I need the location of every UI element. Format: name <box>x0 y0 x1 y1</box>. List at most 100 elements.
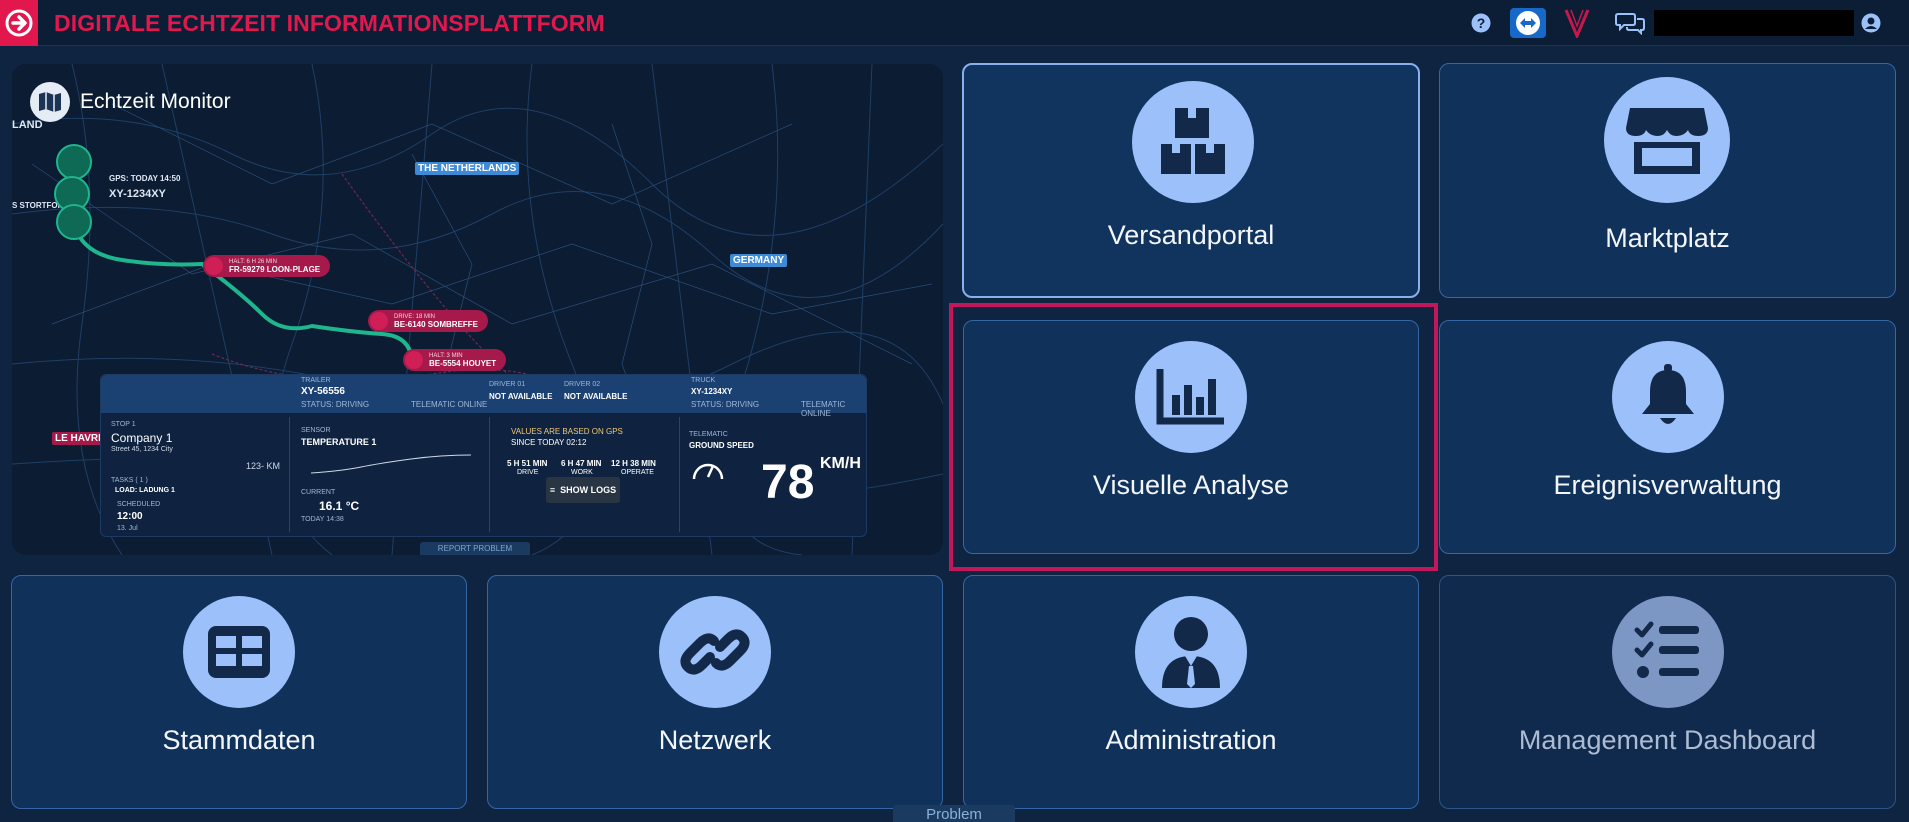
driver1-label: DRIVER 01 <box>489 381 526 388</box>
truck-label: TRUCK <box>691 377 716 384</box>
trailer-value: XY-56556 <box>301 386 345 397</box>
driver2-value: NOT AVAILABLE <box>564 392 628 401</box>
help-icon[interactable]: ? <box>1470 8 1492 38</box>
drive-label: DRIVE <box>517 469 539 476</box>
show-logs-button[interactable]: ≡ SHOW LOGS <box>546 477 620 503</box>
list-icon: ≡ <box>549 485 556 495</box>
chat-icon[interactable] <box>1614 8 1646 38</box>
map-label-netherlands: THE NETHERLANDS <box>415 162 520 175</box>
drive-time: 5 H 51 MIN <box>507 459 548 468</box>
drive-icon <box>370 312 388 330</box>
map-pin-sombreffe[interactable]: DRIVE: 18 MIN BE-6140 SOMBREFFE <box>368 310 489 332</box>
v-logo-icon[interactable] <box>1562 8 1592 38</box>
driver1-value: NOT AVAILABLE <box>489 392 553 401</box>
app-logo[interactable] <box>0 0 38 46</box>
gps-note: VALUES ARE BASED ON GPS <box>511 427 623 436</box>
scheduled-date: 13. Jul <box>117 525 138 532</box>
stop-distance: 123- KM <box>246 461 281 471</box>
halt-icon <box>205 257 223 275</box>
tile-label: Stammdaten <box>162 725 316 755</box>
trailer-label: TRAILER <box>301 377 331 384</box>
current-time: TODAY 14:38 <box>301 516 344 523</box>
truck-telematic: TELEMATIC ONLINE <box>801 400 846 418</box>
scheduled-time: 12:00 <box>117 511 143 522</box>
top-bar: DIGITALE ECHTZEIT INFORMATIONSPLATTFORM … <box>0 0 1909 46</box>
map-header: Echtzeit Monitor <box>30 82 231 122</box>
trailer-marker-icon[interactable] <box>56 204 92 240</box>
vehicle-info-header: TRAILER XY-56556 STATUS: DRIVING TELEMAT… <box>101 375 866 418</box>
map-title: Echtzeit Monitor <box>80 90 231 113</box>
tile-label: Netzwerk <box>658 725 772 755</box>
tile-label: Versandportal <box>1107 220 1275 250</box>
bell-icon <box>1612 341 1724 453</box>
pin-location: BE-5554 HOUYET <box>429 359 497 368</box>
current-label: CURRENT <box>301 489 336 496</box>
speedometer-icon <box>692 463 724 480</box>
pin-location: BE-6140 SOMBREFFE <box>394 320 479 329</box>
selection-highlight <box>949 303 1438 571</box>
map-icon <box>30 82 70 122</box>
show-logs-label: SHOW LOGS <box>560 485 617 495</box>
divider <box>679 417 680 532</box>
checklist-icon <box>1612 596 1724 708</box>
teamviewer-icon[interactable] <box>1510 8 1546 38</box>
divider <box>289 417 290 532</box>
tile-marktplatz[interactable]: Marktplatz <box>1439 63 1896 298</box>
telematic-label: TELEMATIC <box>689 431 728 438</box>
sensor-label: SENSOR <box>301 427 331 434</box>
current-temp: 16.1 °C <box>319 499 360 513</box>
tile-label: Administration <box>1105 725 1277 755</box>
stop-address: Street 45, 1234 City <box>111 446 173 453</box>
work-time: 6 H 47 MIN <box>561 459 602 468</box>
task-item: LOAD: LADUNG 1 <box>115 487 175 494</box>
truck-marker-icon[interactable] <box>56 144 92 180</box>
tile-label: Management Dashboard <box>1518 725 1817 755</box>
truck-status: STATUS: DRIVING <box>691 400 760 409</box>
user-name-field <box>1654 10 1854 36</box>
speed-value: 78 <box>761 456 815 509</box>
boxes-icon <box>1132 81 1254 203</box>
vehicle-plate: XY-1234XY <box>109 188 166 200</box>
map-label-germany: GERMANY <box>730 254 788 267</box>
tile-label: Marktplatz <box>1605 223 1730 253</box>
map-pin-loon-plage[interactable]: HALT: 6 H 26 MIN FR-59279 LOON-PLAGE <box>203 255 331 277</box>
driver2-label: DRIVER 02 <box>564 381 601 388</box>
trailer-status: STATUS: DRIVING <box>301 400 370 409</box>
link-icon <box>659 596 771 708</box>
operate-time: 12 H 38 MIN <box>611 459 656 468</box>
tile-versandportal[interactable]: Versandportal <box>962 63 1420 298</box>
vehicle-gps-time: GPS: TODAY 14:50 <box>109 174 181 183</box>
store-icon <box>1604 77 1730 203</box>
map-label-land: LAND <box>12 119 43 131</box>
pin-location: FR-59279 LOON-PLAGE <box>229 265 321 274</box>
stop-label: STOP 1 <box>111 421 136 428</box>
table-icon <box>183 596 295 708</box>
scheduled-label: SCHEDULED <box>117 501 161 508</box>
ground-speed-label: GROUND SPEED <box>689 441 754 450</box>
user-icon[interactable] <box>1860 8 1882 38</box>
admin-icon <box>1135 596 1247 708</box>
halt-icon <box>405 351 423 369</box>
svg-text:?: ? <box>1477 15 1486 31</box>
tile-netzwerk[interactable]: Netzwerk <box>487 575 943 809</box>
tile-management-dashboard[interactable]: Management Dashboard <box>1439 575 1896 809</box>
work-label: WORK <box>571 469 593 476</box>
temperature-sparkline <box>311 454 471 474</box>
problem-report-tab[interactable]: Problem <box>893 805 1015 822</box>
vehicle-info-panel: TRAILER XY-56556 STATUS: DRIVING TELEMAT… <box>100 374 867 537</box>
tile-label: Ereignisverwaltung <box>1553 470 1782 500</box>
app-title: DIGITALE ECHTZEIT INFORMATIONSPLATTFORM <box>54 10 605 36</box>
tile-stammdaten[interactable]: Stammdaten <box>11 575 467 809</box>
operate-label: OPERATE <box>621 469 654 476</box>
tile-ereignisverwaltung[interactable]: Ereignisverwaltung <box>1439 320 1896 554</box>
logo-arrow-icon <box>5 9 33 37</box>
sensor-value: TEMPERATURE 1 <box>301 437 377 447</box>
realtime-monitor-tile[interactable]: Echtzeit Monitor LAND S STORTFORD THE NE… <box>12 64 943 555</box>
truck-value: XY-1234XY <box>691 387 733 396</box>
divider <box>489 417 490 532</box>
map-pin-houyet[interactable]: HALT: 3 MIN BE-5554 HOUYET <box>403 349 507 371</box>
tasks-label: TASKS ( 1 ) <box>111 477 148 484</box>
report-problem-tab[interactable]: REPORT PROBLEM <box>420 542 530 555</box>
tile-administration[interactable]: Administration <box>963 575 1419 809</box>
speed-unit: KM/H <box>820 455 861 472</box>
